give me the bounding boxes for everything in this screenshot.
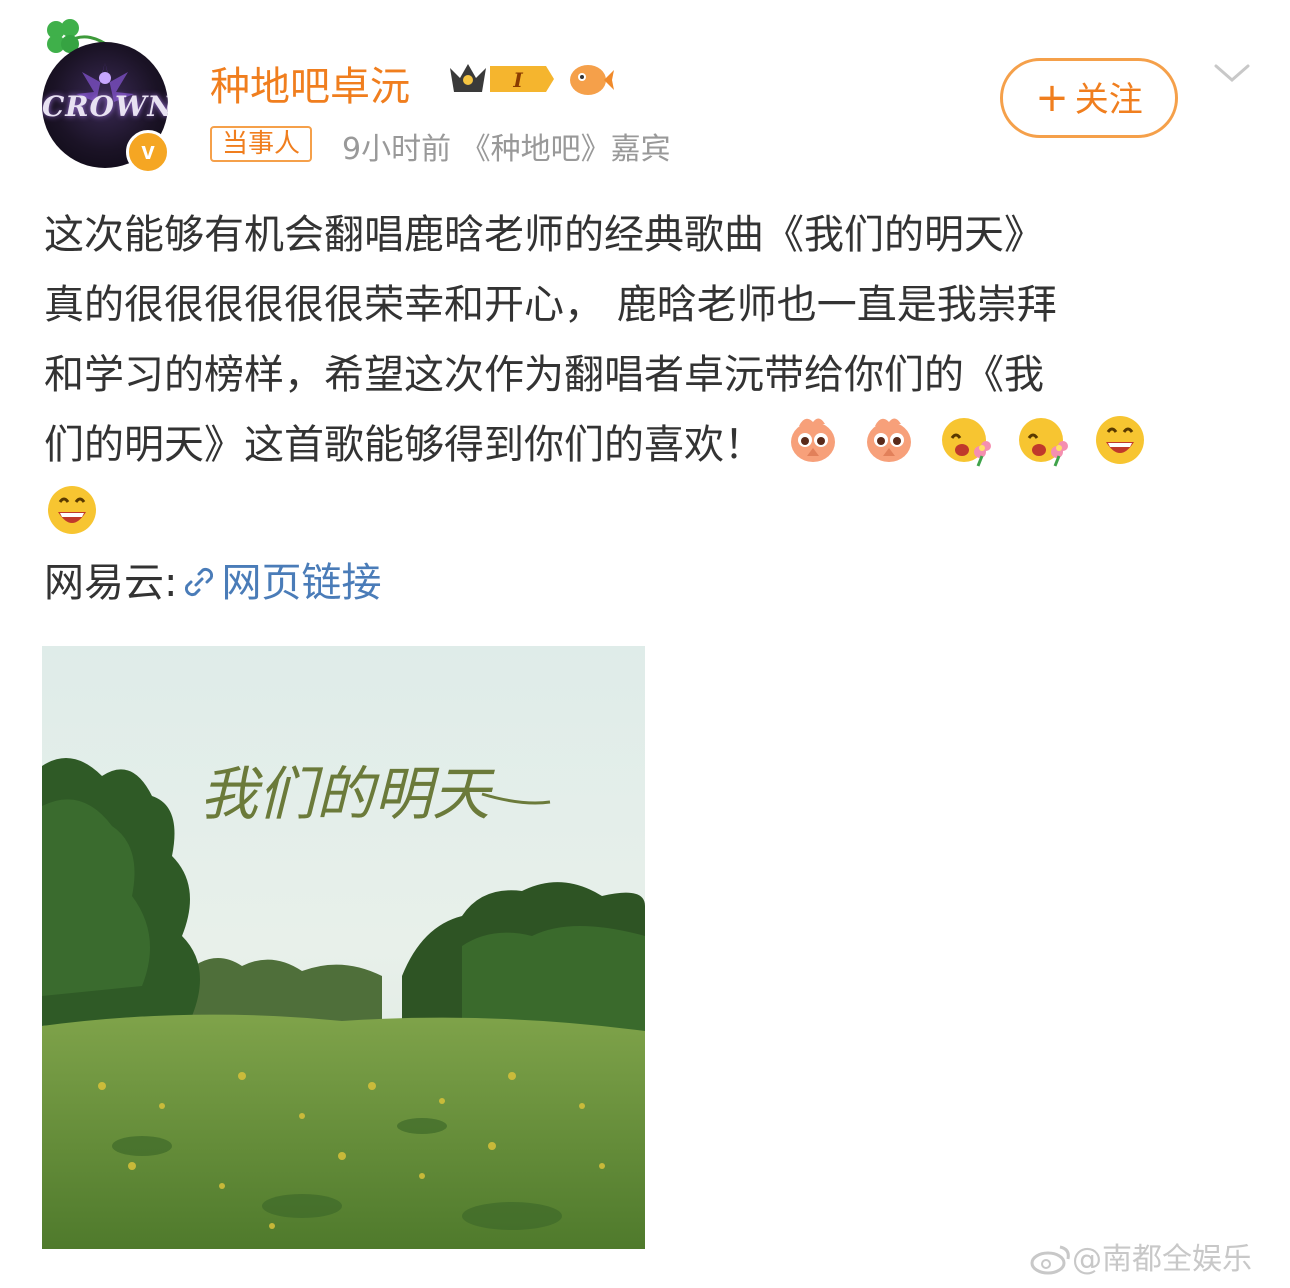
post-text-line: 真的很很很很很很荣幸和开心， 鹿晗老师也一直是我崇拜 (44, 282, 1057, 328)
album-calligraphy-title: 我们的明天 (200, 760, 495, 828)
music-link-row: 网易云: 网页链接 (44, 548, 381, 618)
follow-label: 关注 (1074, 80, 1143, 120)
post-meta: 9小时前 《种地吧》嘉宾 (342, 132, 671, 167)
link-icon (185, 567, 214, 597)
author-name[interactable]: 种地吧卓沅 (210, 54, 410, 112)
level-badge-text: I (512, 68, 523, 92)
album-cover-image[interactable]: 我们的明天 (42, 646, 645, 1249)
watermark: @南都全娱乐 (1030, 1234, 1252, 1278)
link-prefix: 网易云: (44, 560, 178, 606)
follow-button[interactable]: + 关注 (1000, 58, 1178, 138)
post-text-line-emoji (44, 480, 1254, 550)
pray-emoji-icon (790, 418, 835, 462)
post-text-line-with-emoji: 们的明天》这首歌能够得到你们的喜欢！ (44, 410, 1254, 480)
plus-icon: + (1035, 75, 1069, 121)
pray-emoji-icon (867, 418, 912, 462)
chevron-down-icon[interactable] (1212, 60, 1252, 86)
post-text-line: 和学习的榜样，希望这次作为翻唱者卓沅带给你们的《我 (44, 352, 1044, 398)
flower-emoji-icon (942, 418, 992, 467)
weibo-logo-icon (1030, 1245, 1070, 1275)
post-text-line: 们的明天》这首歌能够得到你们的喜欢！ (44, 422, 764, 468)
post-text: 这次能够有机会翻唱鹿晗老师的经典歌曲《我们的明天》 真的很很很很很很荣幸和开心，… (44, 200, 1254, 550)
avatar-logo-text: CROWN (42, 90, 168, 123)
verified-badge: v (126, 130, 170, 174)
member-crown-badge: I (450, 64, 554, 92)
flower-emoji-icon (1018, 418, 1068, 467)
post-text-line: 这次能够有机会翻唱鹿晗老师的经典歌曲《我们的明天》 (44, 212, 1044, 258)
fish-icon (570, 65, 614, 95)
laugh-emoji-icon (1095, 416, 1144, 464)
laugh-emoji-icon (48, 486, 96, 534)
watermark-text: @南都全娱乐 (1072, 1242, 1252, 1277)
status-badge: 当事人 (210, 126, 313, 162)
web-link[interactable]: 网页链接 (221, 560, 381, 606)
